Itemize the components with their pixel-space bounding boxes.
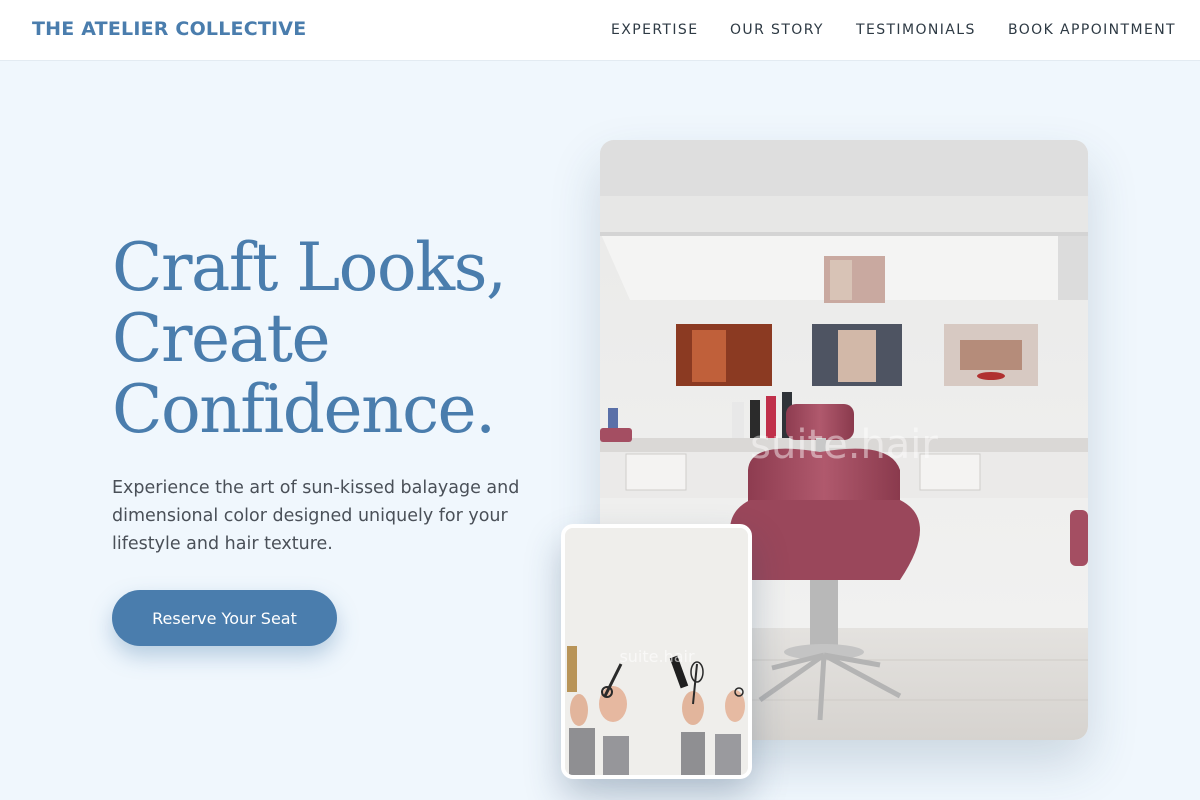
hero-title-line: Create (112, 300, 331, 377)
hero-title-line: Confidence. (112, 371, 496, 448)
salon-tools-image: suite.hair (561, 524, 752, 779)
hero-description: Experience the art of sun-kissed balayag… (112, 478, 520, 554)
small-photo-watermark: suite.hair (619, 647, 695, 666)
hero-title: Craft Looks, Create Confidence. (112, 232, 582, 445)
brand-logo[interactable]: THE ATELIER COLLECTIVE (32, 18, 306, 40)
nav-link-testimonials[interactable]: TESTIMONIALS (856, 22, 976, 38)
hero-title-line: Craft Looks, (112, 229, 507, 306)
nav-link-book-appointment[interactable]: BOOK APPOINTMENT (1008, 22, 1176, 38)
nav-link-our-story[interactable]: OUR STORY (730, 22, 824, 38)
reserve-seat-button[interactable]: Reserve Your Seat (112, 590, 337, 646)
nav-link-expertise[interactable]: EXPERTISE (611, 22, 698, 38)
top-nav: THE ATELIER COLLECTIVE EXPERTISE OUR STO… (0, 0, 1200, 61)
hands-with-tools-illustration: suite.hair (565, 528, 748, 775)
main-photo-watermark: suite.hair (750, 422, 938, 468)
